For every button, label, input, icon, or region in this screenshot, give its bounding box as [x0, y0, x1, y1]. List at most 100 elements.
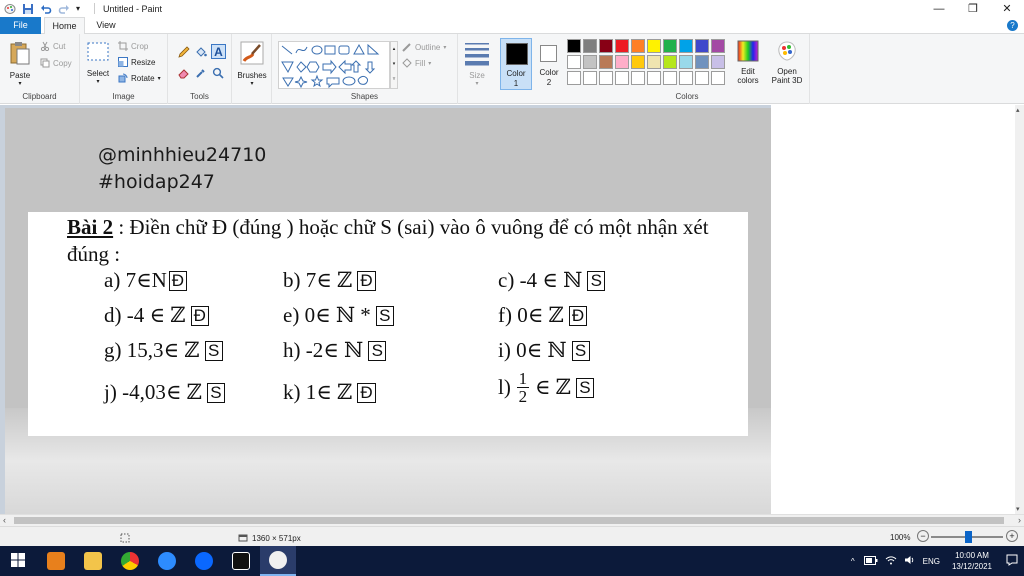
zoom-slider-thumb[interactable] — [965, 531, 972, 543]
size-button[interactable]: Size ▾ — [461, 40, 493, 87]
restore-button[interactable]: ❐ — [956, 0, 990, 17]
save-icon[interactable] — [22, 3, 34, 15]
exercise-item: e) 0∈ ℕ * S — [283, 303, 394, 328]
volume-icon[interactable] — [904, 555, 916, 567]
zoom-app-icon — [158, 552, 176, 570]
help-icon[interactable]: ? — [1007, 20, 1018, 31]
color-swatch[interactable] — [583, 39, 597, 53]
brushes-button[interactable]: Brushes ▾ — [234, 40, 270, 87]
color-swatch[interactable] — [647, 71, 661, 85]
color-swatch[interactable] — [695, 39, 709, 53]
workspace: @minhhieu24710 #hoidap247 Bài 2 : Điền c… — [0, 105, 1024, 514]
zoom-in-button[interactable]: + — [1006, 530, 1018, 542]
color-swatch[interactable] — [631, 71, 645, 85]
cut-button[interactable]: Cut — [40, 41, 65, 52]
color-swatch[interactable] — [583, 71, 597, 85]
taskbar-paint[interactable] — [260, 546, 296, 576]
color-swatch[interactable] — [631, 39, 645, 53]
taskbar-file-explorer[interactable] — [75, 546, 111, 576]
color-swatch[interactable] — [631, 55, 645, 69]
color-swatch[interactable] — [615, 55, 629, 69]
color-swatch[interactable] — [711, 39, 725, 53]
outline-button[interactable]: Outline ▾ — [402, 42, 446, 52]
text-tool-icon[interactable]: A — [211, 44, 226, 59]
color-swatch[interactable] — [615, 71, 629, 85]
crop-button[interactable]: Crop — [118, 41, 148, 51]
undo-icon[interactable] — [40, 3, 52, 15]
color2-button[interactable]: Color 2 — [534, 38, 564, 90]
scroll-down-icon[interactable]: ▾ — [1016, 505, 1020, 513]
scroll-left-icon[interactable]: ‹ — [3, 515, 6, 525]
drawing-canvas[interactable]: @minhhieu24710 #hoidap247 Bài 2 : Điền c… — [5, 108, 771, 514]
color-swatch[interactable] — [647, 55, 661, 69]
color1-button[interactable]: Color 1 — [500, 38, 532, 90]
tab-home[interactable]: Home — [44, 17, 85, 34]
color-swatch[interactable] — [647, 39, 661, 53]
color-swatch[interactable] — [679, 55, 693, 69]
color-swatch[interactable] — [663, 39, 677, 53]
color-swatch[interactable] — [695, 55, 709, 69]
language-indicator[interactable]: ENG — [923, 557, 940, 566]
taskbar-zoom[interactable] — [149, 546, 185, 576]
eraser-icon[interactable] — [178, 67, 189, 79]
edit-colors-button[interactable]: Edit colors — [733, 40, 763, 85]
scroll-up-icon[interactable]: ▴ — [1016, 106, 1020, 114]
open-paint3d-button[interactable]: Open Paint 3D — [767, 40, 807, 85]
vertical-scrollbar[interactable]: ▴ ▾ — [1015, 105, 1024, 514]
color-swatch[interactable] — [599, 55, 613, 69]
copy-icon — [40, 58, 50, 68]
color-swatch[interactable] — [599, 39, 613, 53]
scroll-right-icon[interactable]: › — [1018, 515, 1021, 525]
fill-button[interactable]: Fill ▾ — [402, 58, 431, 68]
horizontal-scroll-thumb[interactable] — [14, 517, 1004, 524]
edit-colors-label: Edit colors — [733, 67, 763, 85]
clock[interactable]: 10:00 AM 13/12/2021 — [952, 550, 992, 572]
color-swatch[interactable] — [679, 39, 693, 53]
horizontal-scrollbar[interactable]: ‹ › — [0, 514, 1024, 526]
select-button[interactable]: Select ▾ — [84, 40, 112, 85]
crop-label: Crop — [131, 41, 149, 51]
tools-group: A Tools — [168, 34, 232, 104]
tab-view[interactable]: View — [88, 17, 124, 34]
resize-icon — [118, 57, 128, 67]
pencil-icon[interactable] — [178, 46, 190, 58]
color-swatch[interactable] — [663, 55, 677, 69]
resize-button[interactable]: Resize — [118, 57, 155, 67]
color-swatch[interactable] — [567, 71, 581, 85]
color-swatch[interactable] — [711, 71, 725, 85]
color-swatch[interactable] — [711, 55, 725, 69]
color-swatch[interactable] — [567, 55, 581, 69]
color-swatch[interactable] — [567, 39, 581, 53]
paste-button[interactable]: Paste ▾ — [4, 40, 36, 87]
redo-icon[interactable] — [58, 3, 70, 15]
color-swatch[interactable] — [583, 55, 597, 69]
fill-bucket-icon[interactable] — [195, 46, 207, 57]
taskbar-capcut[interactable] — [223, 546, 259, 576]
color-swatch[interactable] — [695, 71, 709, 85]
color-swatch[interactable] — [679, 71, 693, 85]
color-swatch[interactable] — [599, 71, 613, 85]
taskbar-chrome[interactable] — [112, 546, 148, 576]
tab-file[interactable]: File — [0, 17, 41, 34]
copy-button[interactable]: Copy — [40, 58, 72, 68]
magnifier-icon[interactable] — [212, 67, 224, 79]
color-picker-icon[interactable] — [195, 67, 205, 78]
notifications-icon[interactable] — [1006, 554, 1018, 568]
shapes-gallery[interactable] — [278, 41, 390, 89]
shapes-gallery-scroll[interactable]: ▴ ▾ ▿ — [390, 41, 398, 89]
network-icon[interactable] — [885, 555, 897, 567]
zoom-out-button[interactable]: − — [917, 530, 929, 542]
color-swatch[interactable] — [615, 39, 629, 53]
copy-label: Copy — [53, 58, 72, 68]
customize-toolbar-chevron-icon[interactable]: ▾ — [76, 3, 88, 15]
color2-label-line1: Color — [539, 68, 559, 77]
close-button[interactable]: ✕ — [990, 0, 1024, 17]
minimize-button[interactable]: — — [922, 0, 956, 17]
rotate-button[interactable]: Rotate ▾ — [118, 73, 161, 83]
battery-icon[interactable] — [863, 555, 878, 567]
tray-overflow-chevron-icon[interactable]: ^ — [851, 557, 855, 566]
taskbar-media-player[interactable] — [38, 546, 74, 576]
color-swatch[interactable] — [663, 71, 677, 85]
taskbar-zalo[interactable] — [186, 546, 222, 576]
start-button[interactable] — [0, 546, 36, 576]
